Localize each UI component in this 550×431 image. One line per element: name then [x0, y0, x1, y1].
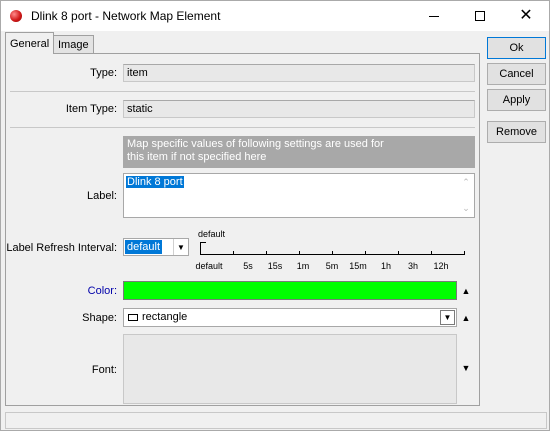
slider-tick-label: 12h	[433, 261, 449, 271]
scroll-up-icon[interactable]: ⌃	[462, 177, 470, 188]
refresh-interval-select[interactable]: default ▼	[123, 238, 189, 256]
font-label: Font:	[91, 364, 117, 376]
slider-tick	[233, 251, 234, 255]
rectangle-icon	[128, 314, 138, 321]
slider-tick-label: 15s	[267, 261, 283, 271]
close-icon: ✕	[519, 7, 533, 24]
font-field[interactable]	[123, 334, 457, 404]
info-note-line1: Map specific values of following setting…	[127, 138, 384, 150]
slider-tick-label: 15m	[349, 261, 367, 271]
slider-tick-label: default	[195, 261, 223, 271]
ok-button[interactable]: Ok	[487, 37, 546, 59]
type-field: item	[123, 64, 475, 82]
shape-collapse-icon[interactable]: ▲	[461, 313, 471, 323]
title-bar: Dlink 8 port - Network Map Element ✕	[1, 1, 549, 31]
tab-general[interactable]: General	[5, 32, 55, 54]
color-label: Color:	[87, 285, 117, 297]
separator	[10, 91, 475, 92]
scroll-down-icon[interactable]: ⌄	[462, 203, 470, 214]
maximize-icon	[475, 11, 485, 21]
type-label: Type:	[90, 67, 117, 79]
slider-tick	[299, 251, 300, 255]
color-collapse-icon[interactable]: ▲	[461, 286, 471, 296]
app-icon	[10, 10, 22, 22]
slider-tick	[398, 251, 399, 255]
shape-value: rectangle	[142, 311, 188, 323]
label-textarea[interactable]: Dlink 8 port ⌃ ⌄	[123, 173, 475, 218]
slider-tick-label: 5s	[243, 261, 253, 271]
remove-button[interactable]: Remove	[487, 121, 546, 143]
shape-label: Shape:	[82, 312, 117, 324]
info-note-line2: this item if not specified here	[127, 151, 267, 163]
font-expand-icon[interactable]: ▼	[461, 363, 471, 373]
minimize-icon	[429, 15, 439, 17]
slider-tick	[431, 251, 432, 255]
refresh-interval-value: default	[125, 240, 163, 254]
item-type-label: Item Type:	[65, 103, 117, 115]
refresh-interval-slider[interactable]: default default 5s 15s 1m 5m 15m 1h 3h 1…	[193, 229, 470, 274]
chevron-down-icon[interactable]: ▼	[440, 310, 455, 325]
separator	[10, 127, 475, 128]
info-note: Map specific values of following setting…	[123, 136, 475, 168]
slider-tick-label: 5m	[325, 261, 339, 271]
slider-tick	[266, 251, 267, 255]
slider-tick	[200, 251, 201, 255]
general-panel: Type: item Item Type: static Map specifi…	[5, 53, 480, 406]
label-text-value: Dlink 8 port	[126, 176, 184, 188]
close-button[interactable]: ✕	[503, 1, 549, 31]
item-type-field: static	[123, 100, 475, 118]
maximize-button[interactable]	[457, 1, 503, 31]
color-swatch[interactable]	[123, 281, 457, 300]
cancel-button[interactable]: Cancel	[487, 63, 546, 85]
tab-image[interactable]: Image	[53, 35, 94, 54]
slider-current-label: default	[198, 229, 226, 239]
slider-tick-label: 1h	[380, 261, 392, 271]
status-bar	[5, 412, 547, 429]
textarea-scrollbar[interactable]: ⌃ ⌄	[458, 174, 474, 217]
slider-tick	[332, 251, 333, 255]
label-label: Label:	[87, 190, 117, 202]
chevron-down-icon[interactable]: ▼	[173, 239, 188, 255]
slider-tick	[464, 251, 465, 255]
slider-tick-label: 3h	[407, 261, 419, 271]
minimize-button[interactable]	[411, 1, 457, 31]
slider-tick	[365, 251, 366, 255]
label-refresh-label: Label Refresh Interval:	[6, 242, 117, 254]
shape-select[interactable]: rectangle ▼	[123, 308, 457, 327]
dialog-window: Dlink 8 port - Network Map Element ✕ Gen…	[0, 0, 550, 431]
window-title: Dlink 8 port - Network Map Element	[31, 9, 221, 23]
apply-button[interactable]: Apply	[487, 89, 546, 111]
slider-tick-label: 1m	[296, 261, 310, 271]
